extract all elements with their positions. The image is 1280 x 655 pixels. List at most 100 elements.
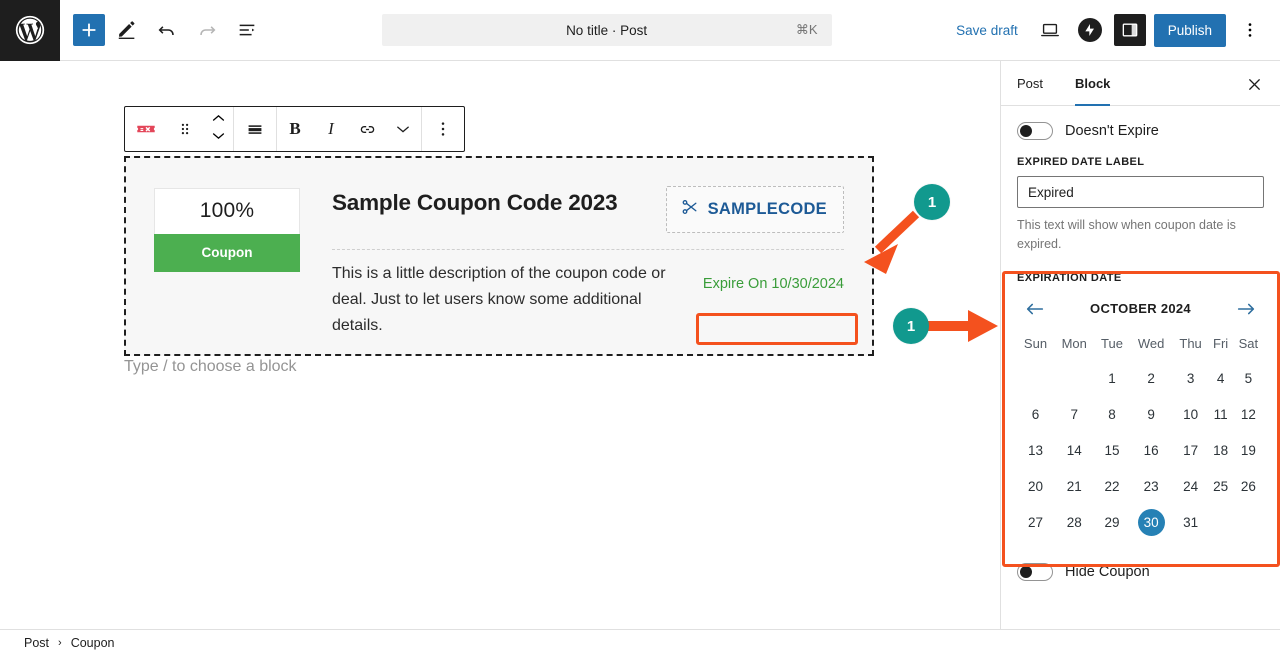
calendar-grid[interactable]: Sun Mon Tue Wed Thu Fri Sat 1 2 3 4 5 6 7 8 9 10 11 12 13 1… bbox=[1017, 336, 1264, 541]
chevron-up-icon[interactable] bbox=[210, 111, 227, 129]
block-mover[interactable] bbox=[203, 107, 233, 151]
calendar-day-selected[interactable]: 30 bbox=[1130, 505, 1173, 541]
tools-pencil-button[interactable] bbox=[109, 12, 145, 48]
calendar-day[interactable]: 29 bbox=[1094, 505, 1129, 541]
calendar-day[interactable]: 10 bbox=[1173, 397, 1209, 433]
doesnt-expire-toggle[interactable] bbox=[1017, 122, 1053, 140]
calendar-weekday-tue: Tue bbox=[1101, 335, 1123, 351]
calendar-week-row: 27 28 29 30 31 bbox=[1017, 505, 1264, 541]
breadcrumb-item-post[interactable]: Post bbox=[24, 636, 49, 650]
calendar-empty-cell bbox=[1233, 505, 1264, 541]
calendar-day[interactable]: 4 bbox=[1209, 361, 1233, 397]
breadcrumb-item-coupon[interactable]: Coupon bbox=[71, 636, 115, 650]
empty-block-placeholder[interactable]: Type / to choose a block bbox=[124, 358, 297, 376]
calendar-day[interactable]: 17 bbox=[1173, 433, 1209, 469]
italic-button[interactable]: I bbox=[313, 107, 349, 151]
calendar-day[interactable]: 31 bbox=[1173, 505, 1209, 541]
calendar-month-year: OCTOBER 2024 bbox=[1090, 301, 1191, 316]
calendar-day[interactable]: 19 bbox=[1233, 433, 1264, 469]
expired-date-label-field: EXPIRED DATE LABEL This text will show w… bbox=[1001, 156, 1280, 254]
calendar-weekday-wed: Wed bbox=[1137, 335, 1165, 351]
more-rich-text-chevron-down-icon[interactable] bbox=[385, 107, 421, 151]
link-icon[interactable] bbox=[349, 107, 385, 151]
calendar-day[interactable]: 6 bbox=[1017, 397, 1054, 433]
calendar-day[interactable]: 14 bbox=[1054, 433, 1094, 469]
block-toolbar: B I bbox=[124, 106, 465, 152]
expired-date-label-input[interactable] bbox=[1017, 176, 1264, 208]
calendar-day[interactable]: 24 bbox=[1173, 469, 1209, 505]
calendar-day[interactable]: 9 bbox=[1130, 397, 1173, 433]
tab-block[interactable]: Block bbox=[1059, 61, 1126, 106]
publish-button[interactable]: Publish bbox=[1153, 13, 1226, 47]
italic-label: I bbox=[328, 119, 334, 138]
add-block-button[interactable] bbox=[73, 14, 105, 46]
calendar-day[interactable]: 5 bbox=[1233, 361, 1264, 397]
calendar-day[interactable]: 7 bbox=[1054, 397, 1094, 433]
expiration-date-title: EXPIRATION DATE bbox=[1017, 271, 1122, 284]
calendar-day[interactable]: 21 bbox=[1054, 469, 1094, 505]
calendar-week-row: 6 7 8 9 10 11 12 bbox=[1017, 397, 1264, 433]
calendar-day[interactable]: 11 bbox=[1209, 397, 1233, 433]
calendar-next-arrow-right-icon[interactable] bbox=[1232, 296, 1260, 322]
calendar-day[interactable]: 2 bbox=[1130, 361, 1173, 397]
top-bar-right-tools: Save draft Publish bbox=[948, 13, 1280, 47]
document-bar-area: No title · Post ⌘K bbox=[265, 14, 948, 46]
hide-coupon-toggle[interactable] bbox=[1017, 562, 1053, 581]
editor-options-vertical-ellipsis-icon[interactable] bbox=[1234, 14, 1266, 46]
calendar-day[interactable]: 26 bbox=[1233, 469, 1264, 505]
coupon-type-badge: Coupon bbox=[154, 234, 300, 272]
calendar-week-row: 20 21 22 23 24 25 26 bbox=[1017, 469, 1264, 505]
jetpack-circle-icon[interactable] bbox=[1074, 14, 1106, 46]
calendar-weekday-thu: Thu bbox=[1179, 335, 1202, 351]
coupon-description[interactable]: This is a little description of the coup… bbox=[332, 261, 682, 339]
sidebar-tabs: Post Block bbox=[1001, 61, 1280, 106]
document-title-bar[interactable]: No title · Post ⌘K bbox=[381, 14, 832, 46]
expired-date-label-title: EXPIRED DATE LABEL bbox=[1017, 156, 1145, 168]
drag-handle-icon[interactable] bbox=[167, 107, 203, 151]
tab-post[interactable]: Post bbox=[1001, 61, 1059, 105]
preview-laptop-icon[interactable] bbox=[1034, 14, 1066, 46]
calendar-day[interactable]: 15 bbox=[1094, 433, 1129, 469]
align-center-icon[interactable] bbox=[234, 107, 276, 151]
coupon-title[interactable]: Sample Coupon Code 2023 bbox=[332, 184, 666, 217]
redo-button[interactable] bbox=[189, 12, 225, 48]
hide-coupon-row: Hide Coupon bbox=[1001, 541, 1280, 597]
close-icon[interactable] bbox=[1238, 68, 1270, 100]
calendar-day[interactable]: 3 bbox=[1173, 361, 1209, 397]
bold-label: B bbox=[289, 119, 301, 138]
calendar-empty-cell bbox=[1054, 361, 1094, 397]
calendar-day[interactable]: 20 bbox=[1017, 469, 1054, 505]
sidebar-body: Doesn't Expire EXPIRED DATE LABEL This t… bbox=[1001, 106, 1280, 597]
calendar-weekday-sun: Sun bbox=[1023, 335, 1048, 351]
coupon-code-text: SAMPLECODE bbox=[707, 200, 827, 218]
wordpress-logo-icon[interactable] bbox=[0, 0, 60, 61]
calendar-prev-arrow-left-icon[interactable] bbox=[1021, 296, 1049, 322]
block-options-vertical-ellipsis-icon[interactable] bbox=[422, 107, 464, 151]
calendar-day[interactable]: 28 bbox=[1054, 505, 1094, 541]
calendar-day[interactable]: 27 bbox=[1017, 505, 1054, 541]
calendar-day[interactable]: 12 bbox=[1233, 397, 1264, 433]
calendar-day[interactable]: 22 bbox=[1094, 469, 1129, 505]
calendar-day[interactable]: 23 bbox=[1130, 469, 1173, 505]
list-view-button[interactable] bbox=[229, 12, 265, 48]
save-draft-button[interactable]: Save draft bbox=[948, 17, 1026, 44]
undo-button[interactable] bbox=[149, 12, 185, 48]
coupon-code-box[interactable]: SAMPLECODE bbox=[665, 186, 844, 233]
calendar-day[interactable]: 18 bbox=[1209, 433, 1233, 469]
chevron-down-icon[interactable] bbox=[210, 129, 227, 147]
calendar-day[interactable]: 1 bbox=[1094, 361, 1129, 397]
coupon-block[interactable]: 100% Coupon Sample Coupon Code 2023 SAMP… bbox=[124, 156, 874, 356]
wordpress-block-editor: No title · Post ⌘K Save draft Publish B … bbox=[0, 0, 1280, 655]
calendar-day[interactable]: 13 bbox=[1017, 433, 1054, 469]
bold-button[interactable]: B bbox=[277, 107, 313, 151]
hide-coupon-label: Hide Coupon bbox=[1065, 563, 1150, 580]
calendar-day[interactable]: 8 bbox=[1094, 397, 1129, 433]
coupon-ticket-icon[interactable] bbox=[125, 107, 167, 151]
discount-value: 100% bbox=[154, 188, 300, 234]
calendar-day[interactable]: 16 bbox=[1130, 433, 1173, 469]
calendar-day[interactable]: 25 bbox=[1209, 469, 1233, 505]
calendar-empty-cell bbox=[1209, 505, 1233, 541]
calendar-week-row: 12345 bbox=[1017, 361, 1264, 397]
calendar-weekday-row: Sun Mon Tue Wed Thu Fri Sat bbox=[1017, 336, 1264, 361]
settings-sidebar-icon[interactable] bbox=[1113, 14, 1146, 46]
